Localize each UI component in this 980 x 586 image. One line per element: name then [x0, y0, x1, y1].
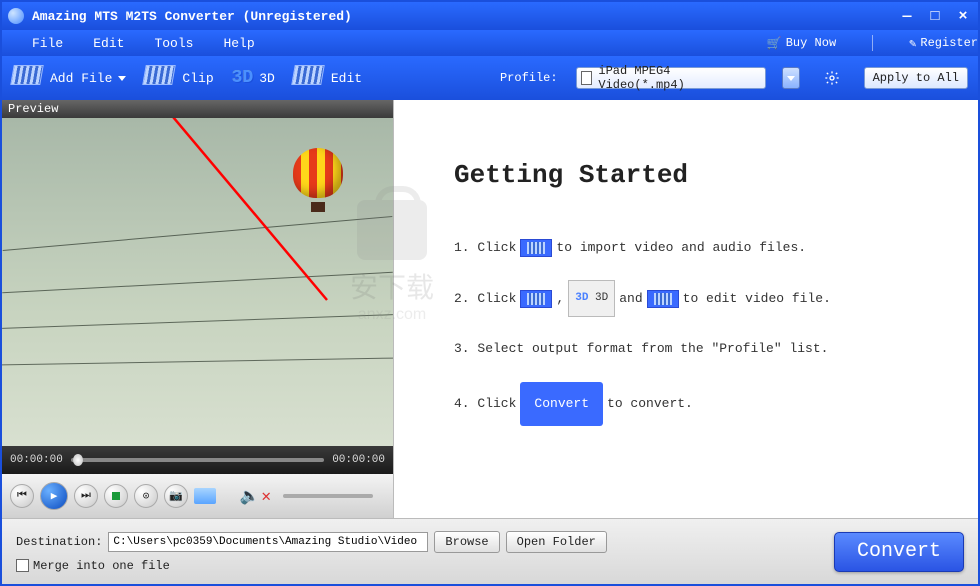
time-total: 00:00:00	[332, 454, 385, 466]
mini-clip-icon	[520, 290, 552, 308]
seek-slider[interactable]	[71, 458, 324, 462]
film-icon	[12, 65, 44, 91]
destination-label: Destination:	[16, 535, 102, 549]
buy-now-link[interactable]: 🛒 Buy Now	[767, 36, 836, 51]
step-3: 3. Select output format from the "Profil…	[454, 331, 948, 367]
minimize-button[interactable]: —	[898, 8, 916, 24]
play-button[interactable]: ▶	[40, 482, 68, 510]
menubar: File Edit Tools Help 🛒 Buy Now ✎ Registe…	[2, 30, 978, 56]
guide-panel: Getting Started 1. Click to import video…	[394, 100, 978, 518]
register-link[interactable]: ✎ Register	[909, 36, 978, 51]
step-2: 2. Click , 3D 3D and to edit video file.	[454, 280, 948, 317]
mute-button[interactable]: 🔈✕	[239, 486, 271, 506]
merge-label: Merge into one file	[33, 559, 170, 573]
menu-edit[interactable]: Edit	[93, 36, 124, 51]
menu-tools[interactable]: Tools	[154, 36, 193, 51]
merge-checkbox[interactable]	[16, 559, 29, 572]
mini-convert-button: Convert	[520, 382, 603, 426]
balloon-graphic	[293, 148, 343, 212]
chevron-down-icon	[118, 76, 126, 81]
app-logo-icon	[8, 8, 24, 24]
preview-label: Preview	[2, 100, 393, 118]
menu-help[interactable]: Help	[223, 36, 254, 51]
profile-dropdown-button[interactable]	[782, 67, 800, 89]
step-4: 4. Click Convert to convert.	[454, 382, 948, 426]
3d-icon: 3D	[232, 68, 254, 88]
3d-button[interactable]: 3D 3D	[232, 68, 275, 88]
preview-panel: Preview 00:00:00 00:00:00 ⏮ ▶ ⏭ ⊙ �	[2, 100, 394, 518]
volume-slider[interactable]	[283, 494, 373, 498]
open-folder-button[interactable]: Open Folder	[506, 531, 607, 553]
titlebar: Amazing MTS M2TS Converter (Unregistered…	[2, 2, 978, 30]
window-title: Amazing MTS M2TS Converter (Unregistered…	[32, 9, 352, 24]
time-current: 00:00:00	[10, 454, 63, 466]
timeline: 00:00:00 00:00:00	[2, 446, 393, 474]
snapshot-button[interactable]: 📷	[164, 484, 188, 508]
main-area: Preview 00:00:00 00:00:00 ⏮ ▶ ⏭ ⊙ �	[2, 100, 978, 518]
next-button[interactable]: ⏭	[74, 484, 98, 508]
apply-to-all-button[interactable]: Apply to All	[864, 67, 968, 89]
pencil-icon: ✎	[909, 36, 916, 51]
close-button[interactable]: ×	[954, 8, 972, 24]
convert-button[interactable]: Convert	[834, 532, 964, 572]
mini-edit-icon	[647, 290, 679, 308]
menu-file[interactable]: File	[32, 36, 63, 51]
cart-icon: 🛒	[767, 36, 782, 51]
edit-button[interactable]: Edit	[293, 65, 362, 91]
app-window: Amazing MTS M2TS Converter (Unregistered…	[0, 0, 980, 586]
browse-button[interactable]: Browse	[434, 531, 499, 553]
destination-input[interactable]	[108, 532, 428, 552]
clip-icon	[144, 65, 176, 91]
divider	[872, 35, 873, 51]
mini-3d-icon: 3D 3D	[568, 280, 615, 317]
toolbar: Add File Clip 3D 3D Edit Profile: iPad M…	[2, 56, 978, 100]
bottom-bar: Destination: Browse Open Folder Merge in…	[2, 518, 978, 584]
player-controls: ⏮ ▶ ⏭ ⊙ 📷 🔈✕	[2, 474, 393, 518]
add-file-button[interactable]: Add File	[12, 65, 126, 91]
mini-addfile-icon	[520, 239, 552, 257]
folder-button[interactable]	[194, 488, 216, 504]
device-icon	[581, 71, 593, 85]
profile-label: Profile:	[500, 71, 558, 85]
step-1: 1. Click to import video and audio files…	[454, 230, 948, 266]
profile-select[interactable]: iPad MPEG4 Video(*.mp4)	[576, 67, 766, 89]
prev-button[interactable]: ⏮	[10, 484, 34, 508]
maximize-button[interactable]: □	[926, 8, 944, 24]
edit-icon	[293, 65, 325, 91]
chevron-down-icon	[787, 76, 795, 81]
settings-icon[interactable]	[824, 70, 840, 86]
stop-button[interactable]	[104, 484, 128, 508]
step-button[interactable]: ⊙	[134, 484, 158, 508]
guide-heading: Getting Started	[454, 160, 948, 190]
clip-button[interactable]: Clip	[144, 65, 213, 91]
video-area[interactable]	[2, 118, 393, 446]
